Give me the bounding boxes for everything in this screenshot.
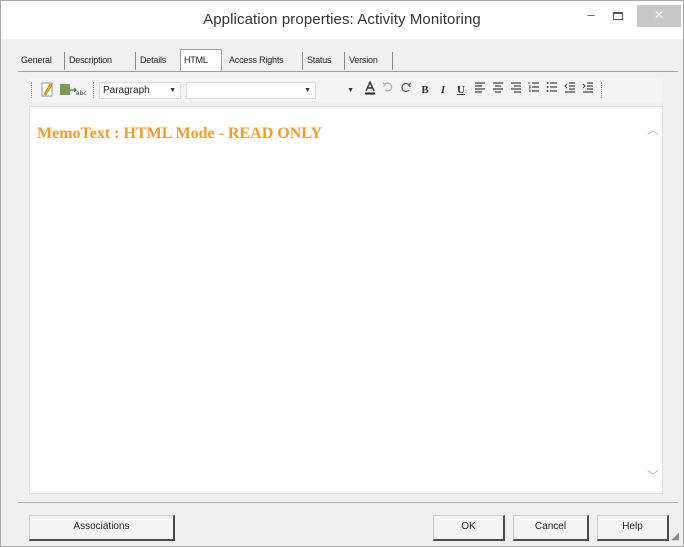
tab-strip: General Description Details HTML Access …	[18, 49, 678, 71]
unordered-list-icon[interactable]	[544, 81, 560, 99]
align-right-icon[interactable]	[508, 81, 524, 99]
outdent-icon[interactable]	[562, 81, 578, 99]
close-button[interactable]: ✕	[637, 5, 681, 27]
associations-button[interactable]: Associations	[29, 515, 175, 541]
tab-divider	[302, 52, 303, 70]
maximize-icon	[613, 11, 623, 20]
maximize-button[interactable]	[605, 5, 631, 27]
cancel-button[interactable]: Cancel	[513, 515, 589, 541]
tab-divider	[135, 52, 136, 70]
tab-details[interactable]: Details	[137, 52, 169, 70]
italic-button[interactable]: I	[435, 81, 451, 99]
align-center-icon[interactable]	[490, 81, 506, 99]
ok-button[interactable]: OK	[433, 515, 505, 541]
format-select[interactable]: Paragraph ▼	[99, 82, 181, 99]
help-button[interactable]: Help	[597, 515, 669, 541]
tab-divider	[344, 52, 345, 70]
size-select[interactable]: ▼	[321, 82, 359, 99]
bold-button[interactable]: B	[417, 81, 433, 99]
svg-text:abc: abc	[76, 90, 87, 97]
tab-divider	[392, 52, 393, 70]
toolbar-separator	[601, 82, 604, 98]
indent-icon[interactable]	[580, 81, 596, 99]
tab-divider	[64, 52, 65, 70]
ordered-list-icon[interactable]	[526, 81, 542, 99]
toolbar-separator	[93, 82, 96, 98]
tab-description[interactable]: Description	[66, 52, 115, 70]
resize-grip-icon[interactable]: ◢	[671, 531, 679, 542]
footer-divider	[18, 502, 678, 503]
font-select[interactable]: ▼	[186, 82, 316, 99]
html-editor[interactable]: MemoText : HTML Mode - READ ONLY ︿ ﹀	[29, 106, 663, 494]
scroll-up-icon[interactable]: ︿	[646, 123, 660, 137]
tab-status[interactable]: Status	[304, 52, 334, 70]
tab-html[interactable]: HTML	[180, 49, 222, 71]
redo-icon[interactable]	[398, 81, 414, 99]
underline-button[interactable]: U	[453, 81, 469, 99]
chevron-down-icon: ▼	[347, 87, 354, 94]
edit-icon[interactable]	[38, 81, 56, 99]
toolbar-grip[interactable]	[31, 82, 34, 98]
tab-access-rights[interactable]: Access Rights	[226, 52, 286, 70]
chevron-down-icon: ▼	[169, 87, 176, 94]
editor-toolbar: abc Paragraph ▼ ▼ ▼ B I U	[29, 78, 663, 102]
font-color-icon[interactable]	[362, 80, 378, 99]
tab-general[interactable]: General	[18, 52, 55, 70]
memo-text: MemoText : HTML Mode - READ ONLY	[37, 125, 323, 142]
minimize-button[interactable]: –	[579, 5, 603, 27]
undo-icon[interactable]	[380, 81, 396, 99]
chevron-down-icon: ▼	[304, 87, 311, 94]
align-left-icon[interactable]	[472, 81, 488, 99]
title-bar[interactable]: Application properties: Activity Monitor…	[1, 1, 683, 39]
scroll-down-icon[interactable]: ﹀	[646, 469, 660, 483]
dialog-window: Application properties: Activity Monitor…	[0, 0, 684, 547]
spellcheck-icon[interactable]: abc	[58, 81, 90, 99]
format-select-value: Paragraph	[103, 85, 150, 96]
tab-version[interactable]: Version	[346, 52, 381, 70]
tab-panel-border	[18, 71, 678, 72]
